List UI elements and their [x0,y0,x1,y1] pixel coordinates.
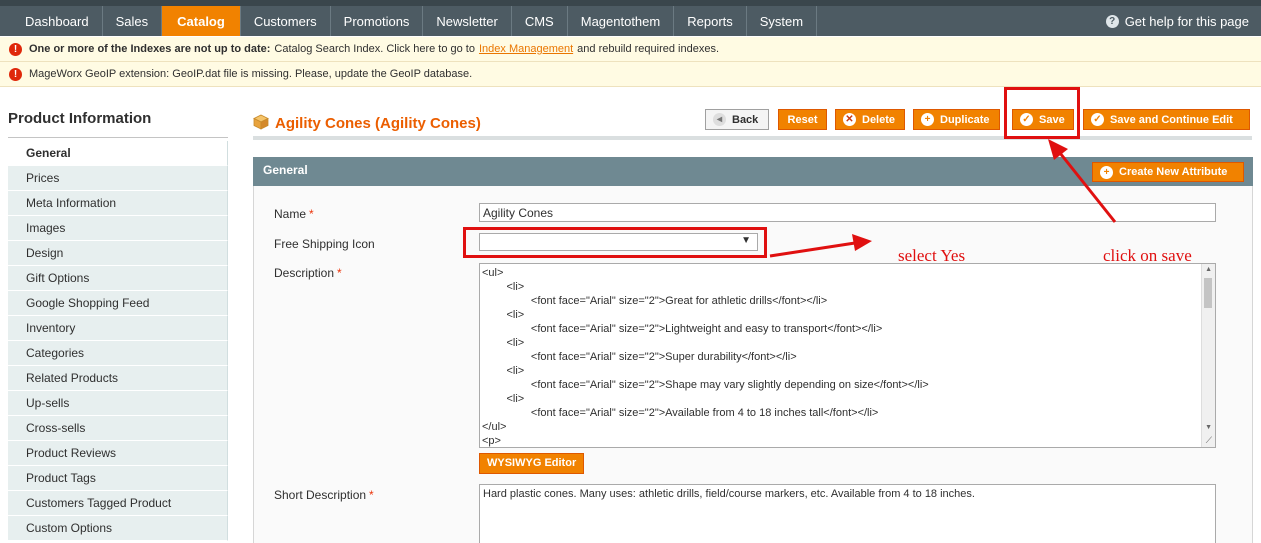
back-arrow-icon: ◂ [713,113,726,126]
error-icon: ! [9,67,22,81]
geoip-message: ! MageWorx GeoIP extension: GeoIP.dat fi… [0,62,1261,87]
description-line: <li> [482,309,525,321]
description-line: <font face="Arial" size="2">Super durabi… [482,351,797,363]
save-and-continue-button[interactable]: ✓ Save and Continue Edit [1083,109,1250,130]
create-attribute-label: Create New Attribute [1119,166,1228,178]
description-line: </ul> [482,421,507,433]
geoip-message-text: MageWorx GeoIP extension: GeoIP.dat file… [29,68,473,80]
plus-icon: + [921,113,934,126]
index-message-text: Catalog Search Index. Click here to go t… [274,43,475,55]
description-line: <font face="Arial" size="2">Available fr… [482,407,879,419]
sidebar-item-gift-options[interactable]: Gift Options [8,266,228,291]
sidebar-item-google-shopping-feed[interactable]: Google Shopping Feed [8,291,228,316]
checkmark-icon: ✓ [1091,113,1104,126]
plus-icon: + [1100,165,1113,179]
annotation-click-save: click on save [1103,246,1192,265]
reset-button[interactable]: Reset [778,109,827,130]
index-message: ! One or more of the Indexes are not up … [0,37,1261,62]
sidebar-item-categories[interactable]: Categories [8,341,228,366]
error-icon: ! [9,42,22,56]
sidebar-item-prices[interactable]: Prices [8,166,228,191]
name-input[interactable]: Agility Cones [479,203,1216,222]
duplicate-button[interactable]: + Duplicate [913,109,1000,130]
description-line: <font face="Arial" size="2">Shape may va… [482,379,929,391]
delete-label: Delete [862,113,896,126]
index-message-bold: One or more of the Indexes are not up to… [29,43,271,55]
nav-item-reports[interactable]: Reports [674,6,747,36]
resize-grip-icon[interactable]: ⟋ [1206,435,1212,446]
delete-x-icon: ✕ [843,113,856,126]
top-nav: Dashboard Sales Catalog Customers Promot… [0,0,1261,36]
nav-item-system[interactable]: System [747,6,818,36]
description-line: <li> [482,365,525,377]
sidebar-item-product-tags[interactable]: Product Tags [8,466,228,491]
sidebar-item-meta-information[interactable]: Meta Information [8,191,228,216]
shipping-highlight-box [463,227,767,258]
description-line: <li> [482,393,525,405]
sidebar-item-related-products[interactable]: Related Products [8,366,228,391]
description-line: <ul> [482,267,504,279]
name-label: Name * [274,207,314,221]
sidebar-tabs: General Prices Meta Information Images D… [8,141,228,541]
help-icon: ? [1105,14,1119,28]
description-line: <p> [482,435,501,447]
sidebar-title: Product Information [8,110,228,138]
sidebar-item-images[interactable]: Images [8,216,228,241]
short-description-textarea[interactable]: Hard plastic cones. Many uses: athletic … [479,484,1216,543]
description-label: Description * [274,266,342,280]
duplicate-label: Duplicate [940,113,990,126]
index-message-tail: and rebuild required indexes. [577,43,720,55]
nav-item-cms[interactable]: CMS [512,6,568,36]
description-line: <font face="Arial" size="2">Great for at… [482,295,828,307]
delete-button[interactable]: ✕ Delete [835,109,905,130]
fieldset-title: General [263,163,308,177]
free-shipping-label: Free Shipping Icon [274,237,375,251]
sidebar-item-inventory[interactable]: Inventory [8,316,228,341]
nav-item-newsletter[interactable]: Newsletter [423,6,512,36]
sidebar-item-cross-sells[interactable]: Cross-sells [8,416,228,441]
save-highlight-box [1004,87,1080,139]
scroll-down-icon[interactable]: ▼ [1205,424,1212,431]
sidebar-item-general[interactable]: General [8,141,228,166]
short-description-label: Short Description * [274,488,374,502]
sidebar-item-design[interactable]: Design [8,241,228,266]
sidebar-item-customers-tagged-product[interactable]: Customers Tagged Product [8,491,228,516]
header-divider [253,136,1252,140]
help-label: Get help for this page [1124,13,1249,29]
textarea-scrollbar[interactable]: ▲ ▼ ⟋ [1201,264,1215,447]
description-line: <font face="Arial" size="2">Lightweight … [482,323,883,335]
sidebar-item-product-reviews[interactable]: Product Reviews [8,441,228,466]
nav-item-catalog[interactable]: Catalog [162,6,241,36]
scroll-thumb[interactable] [1204,278,1212,308]
wysiwyg-editor-button[interactable]: WYSIWYG Editor [479,453,585,474]
page-title: Agility Cones (Agility Cones) [275,115,481,132]
description-line: <li> [482,337,525,349]
nav-item-customers[interactable]: Customers [241,6,331,36]
reset-label: Reset [787,113,818,126]
sidebar-item-up-sells[interactable]: Up-sells [8,391,228,416]
help-link[interactable]: ? Get help for this page [1105,6,1261,36]
nav-item-dashboard[interactable]: Dashboard [0,6,103,36]
back-label: Back [732,113,759,126]
index-management-link[interactable]: Index Management [479,43,573,55]
back-button[interactable]: ◂ Back [705,109,769,130]
product-box-icon [253,114,269,130]
scroll-up-icon[interactable]: ▲ [1205,266,1212,273]
description-textarea[interactable]: <ul> <li> <font face="Arial" size="2">Gr… [479,263,1216,448]
create-new-attribute-button[interactable]: + Create New Attribute [1092,162,1244,182]
save-continue-label: Save and Continue Edit [1110,113,1233,126]
nav-item-sales[interactable]: Sales [103,6,163,36]
sidebar-item-custom-options[interactable]: Custom Options [8,516,228,541]
annotation-select-yes: select Yes [898,246,966,265]
description-line: <li> [482,281,525,293]
nav-item-promotions[interactable]: Promotions [331,6,424,36]
nav-item-magentothem[interactable]: Magentothem [568,6,675,36]
